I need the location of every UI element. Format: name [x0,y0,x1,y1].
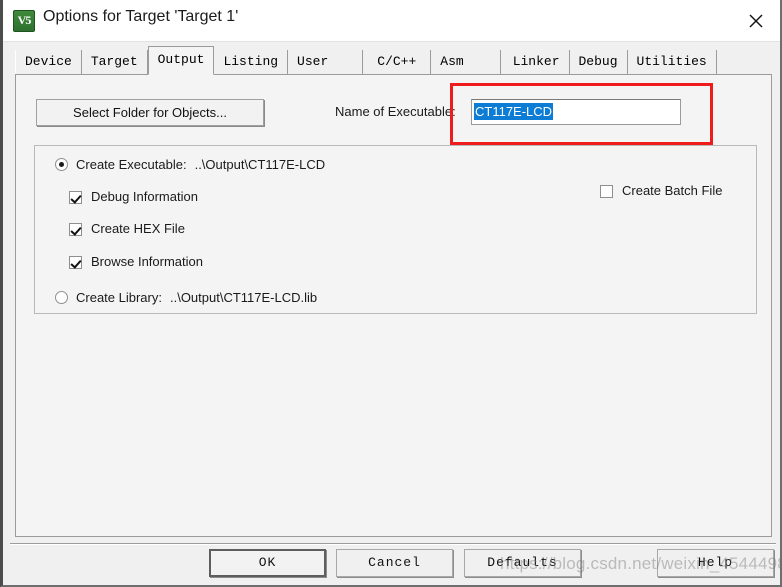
tab-device[interactable]: Device [15,50,82,74]
browse-information-row[interactable]: Browse Information [69,255,203,269]
footer-separator [10,543,776,545]
checkbox-debug-information[interactable] [69,190,82,204]
name-of-executable-input[interactable]: CT117E-LCD [471,99,681,125]
create-library-path: ..\Output\CT117E-LCD.lib [169,290,318,305]
create-executable-radio-row[interactable]: Create Executable: ..\Output\CT117E-LCD [55,157,325,172]
close-icon [749,14,763,28]
tab-debug[interactable]: Debug [569,50,628,74]
window-title: Options for Target 'Target 1' [43,8,239,25]
create-batch-file-label: Create Batch File [622,183,723,198]
create-hex-file-label: Create HEX File [91,221,185,236]
create-executable-path: ..\Output\CT117E-LCD [194,157,326,172]
select-folder-for-objects-button[interactable]: Select Folder for Objects... [36,99,264,126]
title-bar: V5 Options for Target 'Target 1' [3,0,780,42]
browse-information-label: Browse Information [91,254,203,269]
create-hex-file-row[interactable]: Create HEX File [69,222,185,236]
help-button[interactable]: Help [657,549,774,577]
checkbox-browse-information[interactable] [69,255,82,269]
keil-uvision-icon-glyph: V5 [17,13,32,27]
tab-linker[interactable]: Linker [500,50,570,74]
create-library-label: Create Library: [76,289,162,305]
tab-output[interactable]: Output [147,46,215,75]
tab-listing[interactable]: Listing [214,50,289,74]
tab-user[interactable]: User [288,50,364,74]
create-library-radio-row[interactable]: Create Library: ..\Output\CT117E-LCD.lib [55,290,317,305]
create-batch-file-row[interactable]: Create Batch File [600,184,722,198]
tab-strip: Device Target Output Listing User C/C++ … [15,46,717,75]
keil-uvision-icon: V5 [13,10,35,32]
tab-utilities[interactable]: Utilities [627,50,717,74]
radio-create-executable[interactable] [55,158,68,171]
defaults-button[interactable]: Defaults [464,549,581,577]
debug-information-row[interactable]: Debug Information [69,190,198,204]
tab-c-cpp[interactable]: C/C++ [363,50,432,74]
tab-target[interactable]: Target [81,50,148,74]
close-button[interactable] [732,0,780,41]
name-of-executable-value: CT117E-LCD [474,103,554,120]
checkbox-create-hex-file[interactable] [69,222,82,236]
debug-information-label: Debug Information [91,189,198,204]
cancel-button[interactable]: Cancel [336,549,453,577]
checkbox-create-batch-file[interactable] [600,184,613,198]
create-executable-label: Create Executable: [76,156,187,172]
tab-asm[interactable]: Asm [431,50,501,74]
options-dialog: V5 Options for Target 'Target 1' Device … [0,0,782,587]
name-of-executable-label: Name of Executable: [335,104,456,119]
radio-create-library[interactable] [55,291,68,304]
ok-button[interactable]: OK [209,549,326,577]
